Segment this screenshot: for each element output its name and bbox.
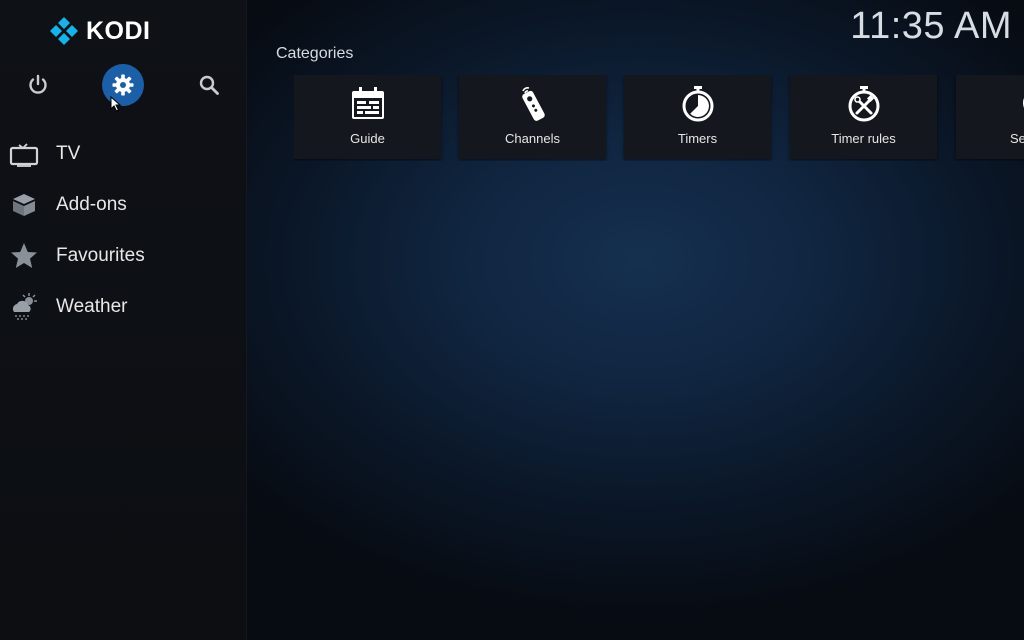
tile-channels[interactable]: Channels [459,75,606,159]
tile-label: Timer rules [831,131,896,146]
tile-label: Timers [677,131,718,146]
search-icon [1018,85,1024,123]
gear-icon [112,74,134,96]
tile-label: Guide [350,131,385,146]
kodi-home-screen: KODI TV Add-ons Favourites Weather 11:35… [0,0,1024,640]
categories-heading: Categories [276,45,354,62]
tv-icon [9,139,39,169]
search-button[interactable] [188,64,230,106]
categories-tiles: Guide Channels Timers Timer rules Se [294,75,1024,161]
search-icon [199,75,219,95]
menu-item-tv[interactable]: TV [0,128,246,179]
menu-item-favourites[interactable]: Favourites [0,230,246,281]
menu-item-label: Weather [56,295,128,317]
star-icon [9,241,39,271]
power-button[interactable] [17,64,59,106]
addons-box-icon [9,190,39,220]
top-toolbar [0,64,246,108]
timer-rules-icon [845,85,883,123]
tile-label: Channels [505,131,560,146]
tile-guide[interactable]: Guide [294,75,441,159]
stopwatch-icon [679,85,717,123]
power-icon [29,74,47,94]
menu-item-weather[interactable]: Weather [0,281,246,332]
tile-timers[interactable]: Timers [624,75,771,159]
tile-timer-rules[interactable]: Timer rules [790,75,937,159]
kodi-logo: KODI [50,14,151,48]
clock: 11:35 AM [850,5,1012,47]
menu-item-addons[interactable]: Add-ons [0,179,246,230]
kodi-logo-text: KODI [86,17,151,45]
sidebar: KODI TV Add-ons Favourites Weather [0,0,247,640]
settings-button[interactable] [102,64,144,106]
tile-label: Se [1010,131,1024,146]
calendar-icon [349,85,387,123]
main-menu: TV Add-ons Favourites Weather [0,128,246,332]
remote-icon [514,85,552,123]
weather-icon [9,292,39,322]
mouse-cursor-icon [110,96,122,112]
menu-item-label: Favourites [56,244,145,266]
kodi-logo-icon [50,17,78,45]
tile-search-partial[interactable]: Se [956,75,1024,159]
menu-item-label: Add-ons [56,193,127,215]
menu-item-label: TV [56,142,81,164]
